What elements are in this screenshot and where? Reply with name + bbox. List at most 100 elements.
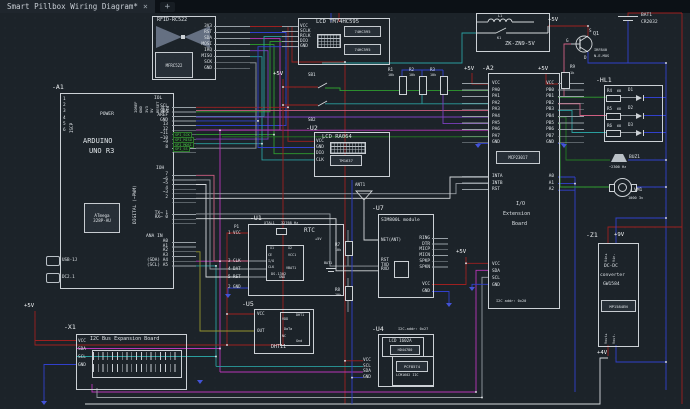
- u4-ref: -U4: [372, 325, 384, 333]
- sim-left-pins: RSTTXDRXD: [381, 259, 389, 273]
- r2-resistor[interactable]: [419, 76, 427, 95]
- close-icon[interactable]: ×: [143, 2, 148, 11]
- x1-header-ticks-top: [93, 352, 179, 360]
- r4-resistor[interactable]: [606, 95, 621, 102]
- pin-label: RXD: [381, 268, 389, 273]
- pin-label: VCC: [78, 338, 86, 346]
- r6-ref: R6: [607, 123, 612, 128]
- r1-resistor[interactable]: [399, 76, 407, 95]
- dht-gnd: Gnd: [296, 339, 302, 343]
- r9-resistor[interactable]: [561, 72, 570, 89]
- pin-label: GND: [422, 288, 430, 295]
- z1-vin-minus: Vin-: [612, 246, 616, 262]
- ground-icon: [197, 380, 203, 384]
- pin-label: SDA: [78, 346, 86, 354]
- pin-label: GND: [204, 66, 212, 72]
- net-5v-x1: +5V: [24, 303, 34, 309]
- r8-value: 10k: [335, 293, 341, 297]
- a2-title3: Board: [512, 221, 527, 227]
- crystal-icon: [276, 228, 287, 235]
- mcp23017-chip[interactable]: MCP23017: [496, 151, 540, 164]
- pin-label: PA4: [492, 114, 500, 121]
- motor-icon-inner: [618, 183, 627, 192]
- dc-jack-icon: [46, 273, 60, 283]
- shift-register-chip-2[interactable]: 74HC595: [344, 44, 381, 55]
- r7-ref: R7: [335, 242, 340, 247]
- z1-title2: converter: [600, 273, 625, 278]
- x1-title: I2C Bus Expansion Board: [90, 336, 159, 342]
- pin-label: GND: [363, 375, 371, 381]
- r5-resistor[interactable]: [606, 113, 621, 120]
- r9-value: 1k: [570, 71, 574, 75]
- zk-title: ZK-ZN9-5V: [505, 41, 535, 47]
- net-5v-topright: +5V: [548, 17, 558, 23]
- net-9v: +9V: [614, 232, 624, 238]
- q1-value2: N-E-MOS: [594, 54, 609, 58]
- arduino-ref: -A1: [52, 83, 64, 91]
- r5-value: 68: [617, 107, 621, 111]
- tm1637-chip[interactable]: TM1637: [330, 155, 362, 166]
- bat1-ref: BAT1: [641, 13, 652, 18]
- xtal-label: XTAL1: [264, 221, 275, 225]
- a2-bottom-pins: VCCSDASCLGND: [492, 261, 500, 289]
- atmega-chip[interactable]: ATmega 328P-AU: [84, 203, 120, 233]
- d3-led-icon: [636, 130, 642, 136]
- arduino-iol-label: IOL: [154, 96, 162, 101]
- xtal-value: 32768 Hz: [281, 221, 298, 225]
- atmega-chip-line2: 328P-AU: [93, 218, 111, 223]
- r8-resistor[interactable]: [345, 286, 353, 301]
- p1-pin-clk: 3 CLK: [228, 258, 241, 263]
- hd44780-chip[interactable]: HD44780: [390, 345, 420, 355]
- mp1584-chip[interactable]: MP1584EN: [601, 300, 636, 312]
- a2-stubs-left: [462, 83, 488, 149]
- rtc-clk: CLK: [268, 265, 274, 269]
- z1-ref: -Z1: [586, 231, 598, 239]
- rtc-battery-icon-short: [328, 271, 334, 272]
- z1-vin-plus: Vin+: [604, 246, 608, 262]
- spi-tag-ss: SPI_SS: [173, 146, 190, 152]
- r3-resistor[interactable]: [440, 76, 448, 95]
- rtc-x1: X1: [270, 246, 274, 250]
- q1-value1: IRF840: [594, 48, 607, 52]
- tab-smart-pillbox[interactable]: Smart Pillbox Wiring Diagram* ×: [0, 0, 155, 13]
- d2-led-icon: [636, 113, 642, 119]
- pcf8574-chip[interactable]: PCF8574: [396, 361, 428, 372]
- tm1637-label: TM1637: [339, 158, 353, 163]
- r7-resistor[interactable]: [345, 241, 353, 256]
- dht-vcc: VCC: [257, 311, 265, 316]
- r6-resistor[interactable]: [606, 130, 621, 137]
- pin-label: VCC: [546, 81, 554, 88]
- pin-label: VCC: [492, 261, 500, 268]
- r4-value: 68: [617, 89, 621, 93]
- net-4v: +4V: [597, 350, 607, 356]
- q1-g-label: G: [566, 38, 569, 43]
- r5-ref: R5: [607, 106, 612, 111]
- p1-pin-rst: 5 RST: [228, 274, 241, 279]
- arduino-dc-label: DC2.1: [62, 274, 75, 279]
- dht-inner-ref: DHT1: [296, 313, 304, 317]
- ground-icon: [225, 294, 231, 298]
- pin-label: PA3: [492, 107, 500, 114]
- a2-right-pins: VCCPB0PB1PB2PB3PB4PB5PB6PB7GND: [524, 81, 554, 147]
- dht-data: DaTa: [284, 327, 292, 331]
- arduino-stubs-tx: [172, 214, 196, 224]
- shift-register-chip-1[interactable]: 74HC595: [344, 26, 381, 37]
- r1-ref: R1: [388, 67, 393, 72]
- a2-stubs-right: [558, 83, 584, 149]
- arduino-stubs-c: [172, 242, 196, 270]
- p1-pin-dat: 4 DAT: [228, 266, 241, 271]
- new-tab-button[interactable]: +: [160, 2, 175, 12]
- r4-ref: R4: [607, 88, 612, 93]
- lcd595-connector-icon: [317, 34, 341, 48]
- pin-label: INTA: [492, 174, 503, 181]
- pin-label: A0: [549, 174, 554, 181]
- ant1-label: ANT1: [355, 182, 365, 187]
- u2-pins: VCCGNDDIOCLK: [316, 139, 324, 164]
- lcd595-stubs: [282, 26, 298, 51]
- hl1-ref: -HL1: [596, 76, 612, 84]
- rfid-stubs: [214, 26, 250, 74]
- pcf8574-label: PCF8574: [404, 364, 420, 369]
- pin-label: SCL: [492, 275, 500, 282]
- rtc-gnd: GND: [279, 275, 285, 279]
- u2-display-icon: [330, 142, 366, 154]
